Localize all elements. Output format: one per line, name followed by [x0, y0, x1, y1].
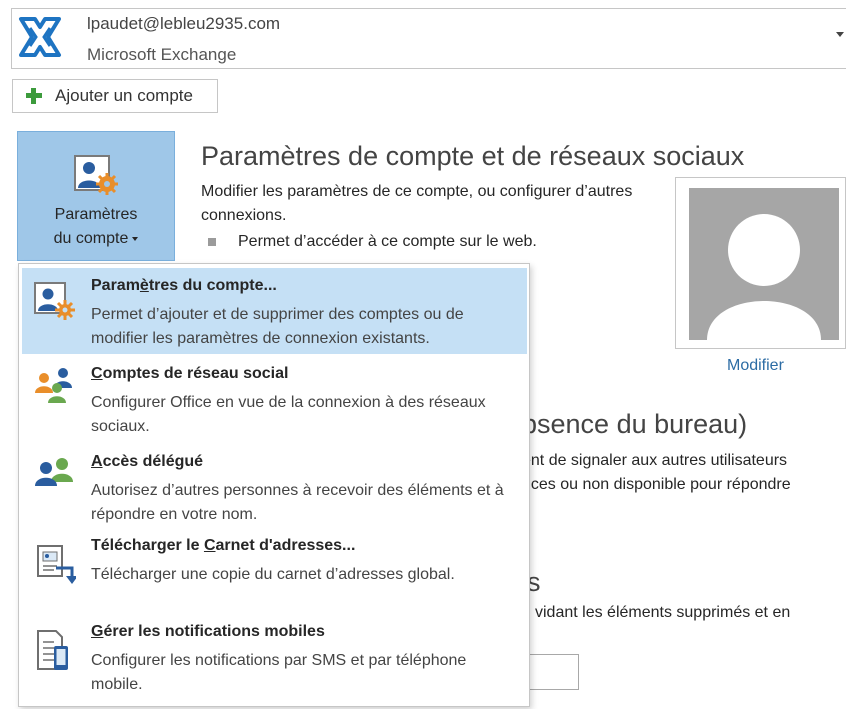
plus-icon: [24, 86, 44, 106]
menu-item-account-settings[interactable]: Paramètres du compte... Permet d’ajouter…: [22, 268, 527, 354]
menu-item-title-part: ccès délégué: [102, 453, 204, 470]
add-account-label: Ajouter un compte: [55, 86, 193, 105]
menu-item-title-part: omptes de réseau social: [102, 365, 289, 382]
menu-item-title: Télécharger le Carnet d'adresses...: [91, 537, 355, 555]
out-of-office-title: bsence du bureau): [522, 409, 748, 439]
menu-item-description: Configurer les notifications par SMS et …: [91, 652, 467, 693]
account-email: lpaudet@lebleu2935.com: [87, 14, 281, 33]
menu-item-title-accelerator: G: [91, 623, 104, 640]
menu-item-title-accelerator: C: [91, 365, 103, 382]
menu-item-description: Autorisez d’autres personnes à recevoir …: [91, 482, 504, 523]
menu-item-delegate-access[interactable]: Accès délégué Autorisez d’autres personn…: [22, 444, 527, 530]
bullet-icon: [208, 238, 216, 246]
menu-item-title-accelerator: A: [91, 453, 103, 470]
menu-item-title-part: Télécharger le: [91, 537, 204, 554]
menu-item-title: Paramètres du compte...: [91, 277, 277, 295]
profile-photo: [689, 188, 839, 340]
cleanup-tools-button[interactable]: [529, 654, 579, 690]
menu-item-title: Comptes de réseau social: [91, 365, 288, 383]
menu-item-title-part: tres du compte...: [148, 277, 277, 294]
section-title: Paramètres de compte et de réseaux socia…: [201, 141, 745, 171]
account-settings-dropdown-menu: Paramètres du compte... Permet d’ajouter…: [18, 263, 530, 707]
menu-item-title-part: érer les notifications mobiles: [103, 623, 325, 640]
web-access-text: Permet d’accéder à ce compte sur le web.: [238, 233, 537, 250]
mobile-notifications-icon: [37, 630, 68, 670]
out-of-office-description-line2: nces ou non disponible pour répondre: [522, 476, 791, 493]
delegate-access-icon: [35, 458, 73, 486]
person-placeholder-icon: [689, 188, 839, 340]
add-account-button[interactable]: Ajouter un compte: [12, 79, 218, 113]
account-settings-icon: [34, 282, 75, 320]
section-description: Modifier les paramètres de ce compte, ou…: [201, 183, 633, 224]
account-type: Microsoft Exchange: [87, 45, 237, 64]
chevron-down-icon[interactable]: [836, 32, 844, 37]
account-settings-label-line1: Paramètres: [54, 206, 138, 223]
account-settings-label: Paramètres du compte: [18, 203, 174, 251]
menu-item-title-accelerator: è: [139, 277, 149, 294]
menu-item-description: Configurer Office en vue de la connexion…: [91, 394, 486, 435]
menu-item-mobile-notifications[interactable]: Gérer les notifications mobiles Configur…: [22, 620, 527, 704]
exchange-logo-icon: [18, 16, 62, 58]
cleanup-description-line: vidant les éléments supprimés et en: [535, 604, 791, 621]
menu-item-title-part: Param: [91, 277, 140, 294]
menu-item-social-accounts[interactable]: Comptes de réseau social Configurer Offi…: [22, 356, 527, 442]
menu-item-title: Accès délégué: [91, 453, 203, 471]
account-settings-button[interactable]: Paramètres du compte: [17, 131, 175, 261]
menu-item-title-part: arnet d'adresses...: [215, 537, 356, 554]
menu-item-download-address-book[interactable]: Télécharger le Carnet d'adresses... Télé…: [22, 532, 527, 618]
menu-item-title: Gérer les notifications mobiles: [91, 623, 325, 641]
menu-item-title-accelerator: C: [203, 537, 216, 554]
modify-photo-link[interactable]: Modifier: [727, 357, 784, 375]
social-accounts-icon: [35, 368, 72, 403]
chevron-down-icon: [132, 236, 139, 241]
menu-item-description: Télécharger une copie du carnet d’adress…: [91, 566, 455, 583]
account-settings-label-line2: du compte: [53, 230, 129, 247]
menu-item-description: Permet d’ajouter et de supprimer des com…: [91, 306, 464, 347]
account-settings-icon: [74, 155, 118, 195]
download-address-book-icon: [37, 545, 76, 584]
out-of-office-description-line1: ent de signaler aux autres utilisateurs: [522, 452, 788, 469]
